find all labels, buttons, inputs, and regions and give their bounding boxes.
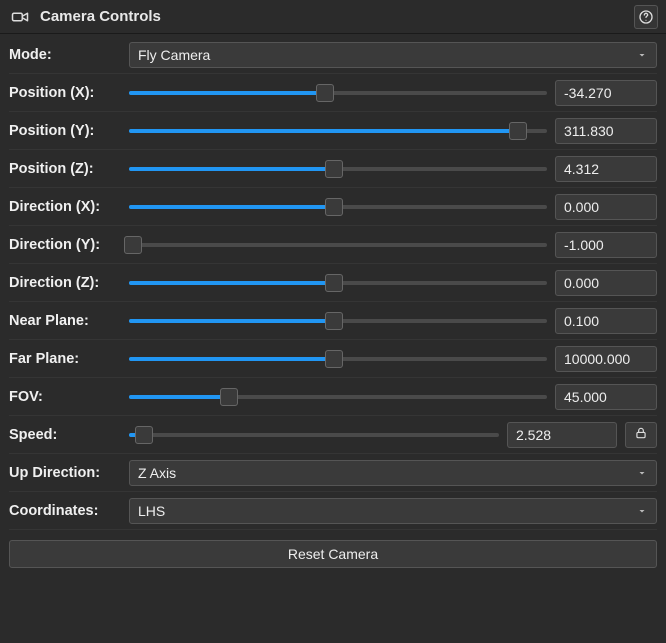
position-x-input[interactable]: -34.270	[555, 80, 657, 106]
mode-select[interactable]: Fly Camera	[129, 42, 657, 68]
position-z-row: Position (Z): 4.312	[9, 156, 657, 188]
up-direction-row: Up Direction: Z Axis	[9, 460, 657, 492]
position-x-row: Position (X): -34.270	[9, 80, 657, 112]
position-z-label: Position (Z):	[9, 161, 121, 177]
position-z-input[interactable]: 4.312	[555, 156, 657, 182]
direction-y-input[interactable]: -1.000	[555, 232, 657, 258]
direction-z-input[interactable]: 0.000	[555, 270, 657, 296]
direction-x-input[interactable]: 0.000	[555, 194, 657, 220]
up-direction-label: Up Direction:	[9, 465, 121, 481]
position-y-input[interactable]: 311.830	[555, 118, 657, 144]
camera-controls-panel: Camera Controls Mode: Fly Camera Positio…	[0, 0, 666, 643]
chevron-down-icon	[636, 505, 648, 517]
far-plane-input[interactable]: 10000.000	[555, 346, 657, 372]
slider-thumb[interactable]	[325, 198, 343, 216]
position-y-slider[interactable]	[129, 120, 547, 142]
chevron-down-icon	[636, 467, 648, 479]
slider-thumb[interactable]	[325, 312, 343, 330]
lock-icon	[634, 426, 648, 443]
direction-z-row: Direction (Z): 0.000	[9, 270, 657, 302]
coordinates-row: Coordinates: LHS	[9, 498, 657, 530]
direction-z-slider[interactable]	[129, 272, 547, 294]
far-plane-label: Far Plane:	[9, 351, 121, 367]
speed-slider[interactable]	[129, 424, 499, 446]
mode-label: Mode:	[9, 47, 121, 63]
near-plane-input[interactable]: 0.100	[555, 308, 657, 334]
slider-thumb[interactable]	[325, 160, 343, 178]
speed-input[interactable]: 2.528	[507, 422, 617, 448]
up-direction-select-value: Z Axis	[138, 465, 176, 481]
slider-thumb[interactable]	[316, 84, 334, 102]
direction-y-slider[interactable]	[129, 234, 547, 256]
fov-input[interactable]: 45.000	[555, 384, 657, 410]
speed-lock-button[interactable]	[625, 422, 657, 448]
fov-row: FOV: 45.000	[9, 384, 657, 416]
slider-thumb[interactable]	[135, 426, 153, 444]
position-z-slider[interactable]	[129, 158, 547, 180]
position-y-row: Position (Y): 311.830	[9, 118, 657, 150]
panel-header: Camera Controls	[0, 0, 666, 34]
slider-thumb[interactable]	[220, 388, 238, 406]
direction-y-row: Direction (Y): -1.000	[9, 232, 657, 264]
near-plane-slider[interactable]	[129, 310, 547, 332]
direction-z-label: Direction (Z):	[9, 275, 121, 291]
speed-label: Speed:	[9, 427, 121, 443]
position-y-label: Position (Y):	[9, 123, 121, 139]
slider-thumb[interactable]	[325, 350, 343, 368]
position-x-slider[interactable]	[129, 82, 547, 104]
reset-camera-button[interactable]: Reset Camera	[9, 540, 657, 568]
speed-row: Speed: 2.528	[9, 422, 657, 454]
fov-label: FOV:	[9, 389, 121, 405]
direction-x-label: Direction (X):	[9, 199, 121, 215]
slider-thumb[interactable]	[124, 236, 142, 254]
chevron-down-icon	[636, 49, 648, 61]
mode-row: Mode: Fly Camera	[9, 42, 657, 74]
camera-icon	[8, 5, 32, 29]
help-button[interactable]	[634, 5, 658, 29]
panel-title: Camera Controls	[40, 8, 626, 25]
fov-slider[interactable]	[129, 386, 547, 408]
direction-y-label: Direction (Y):	[9, 237, 121, 253]
near-plane-row: Near Plane: 0.100	[9, 308, 657, 340]
mode-select-value: Fly Camera	[138, 47, 210, 63]
direction-x-slider[interactable]	[129, 196, 547, 218]
panel-body: Mode: Fly Camera Position (X): -34.270 P…	[0, 34, 666, 578]
up-direction-select[interactable]: Z Axis	[129, 460, 657, 486]
coordinates-select-value: LHS	[138, 503, 165, 519]
far-plane-slider[interactable]	[129, 348, 547, 370]
near-plane-label: Near Plane:	[9, 313, 121, 329]
direction-x-row: Direction (X): 0.000	[9, 194, 657, 226]
far-plane-row: Far Plane: 10000.000	[9, 346, 657, 378]
slider-thumb[interactable]	[325, 274, 343, 292]
coordinates-label: Coordinates:	[9, 503, 121, 519]
coordinates-select[interactable]: LHS	[129, 498, 657, 524]
position-x-label: Position (X):	[9, 85, 121, 101]
slider-thumb[interactable]	[509, 122, 527, 140]
